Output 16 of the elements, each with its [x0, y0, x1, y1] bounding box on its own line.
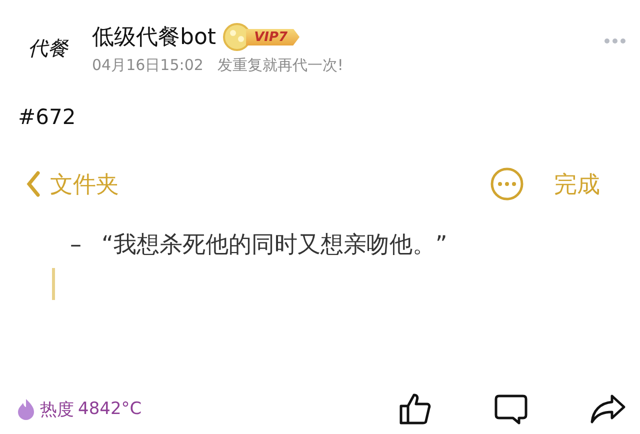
post-number: #672 [18, 105, 77, 129]
note-text: “我想杀死他的同时又想亲吻他。” [102, 231, 448, 260]
vip-badge: VIP7 [246, 28, 300, 46]
avatar[interactable]: 代餐 [16, 26, 80, 70]
thumbs-up-icon[interactable] [398, 392, 432, 426]
text-cursor [52, 268, 55, 300]
heat-value: 4842°C [78, 399, 142, 419]
comment-icon[interactable] [494, 393, 528, 425]
bullet-marker: – [70, 232, 82, 258]
timestamp: 04月16日15:02 [92, 56, 204, 75]
post-subtitle: 发重复就再代一次! [217, 56, 344, 75]
share-icon[interactable] [590, 393, 626, 425]
heat-label: 热度 [40, 398, 74, 420]
author-name[interactable]: 低级代餐bot [92, 22, 216, 52]
flame-icon [16, 398, 36, 420]
chevron-left-icon [26, 171, 40, 197]
